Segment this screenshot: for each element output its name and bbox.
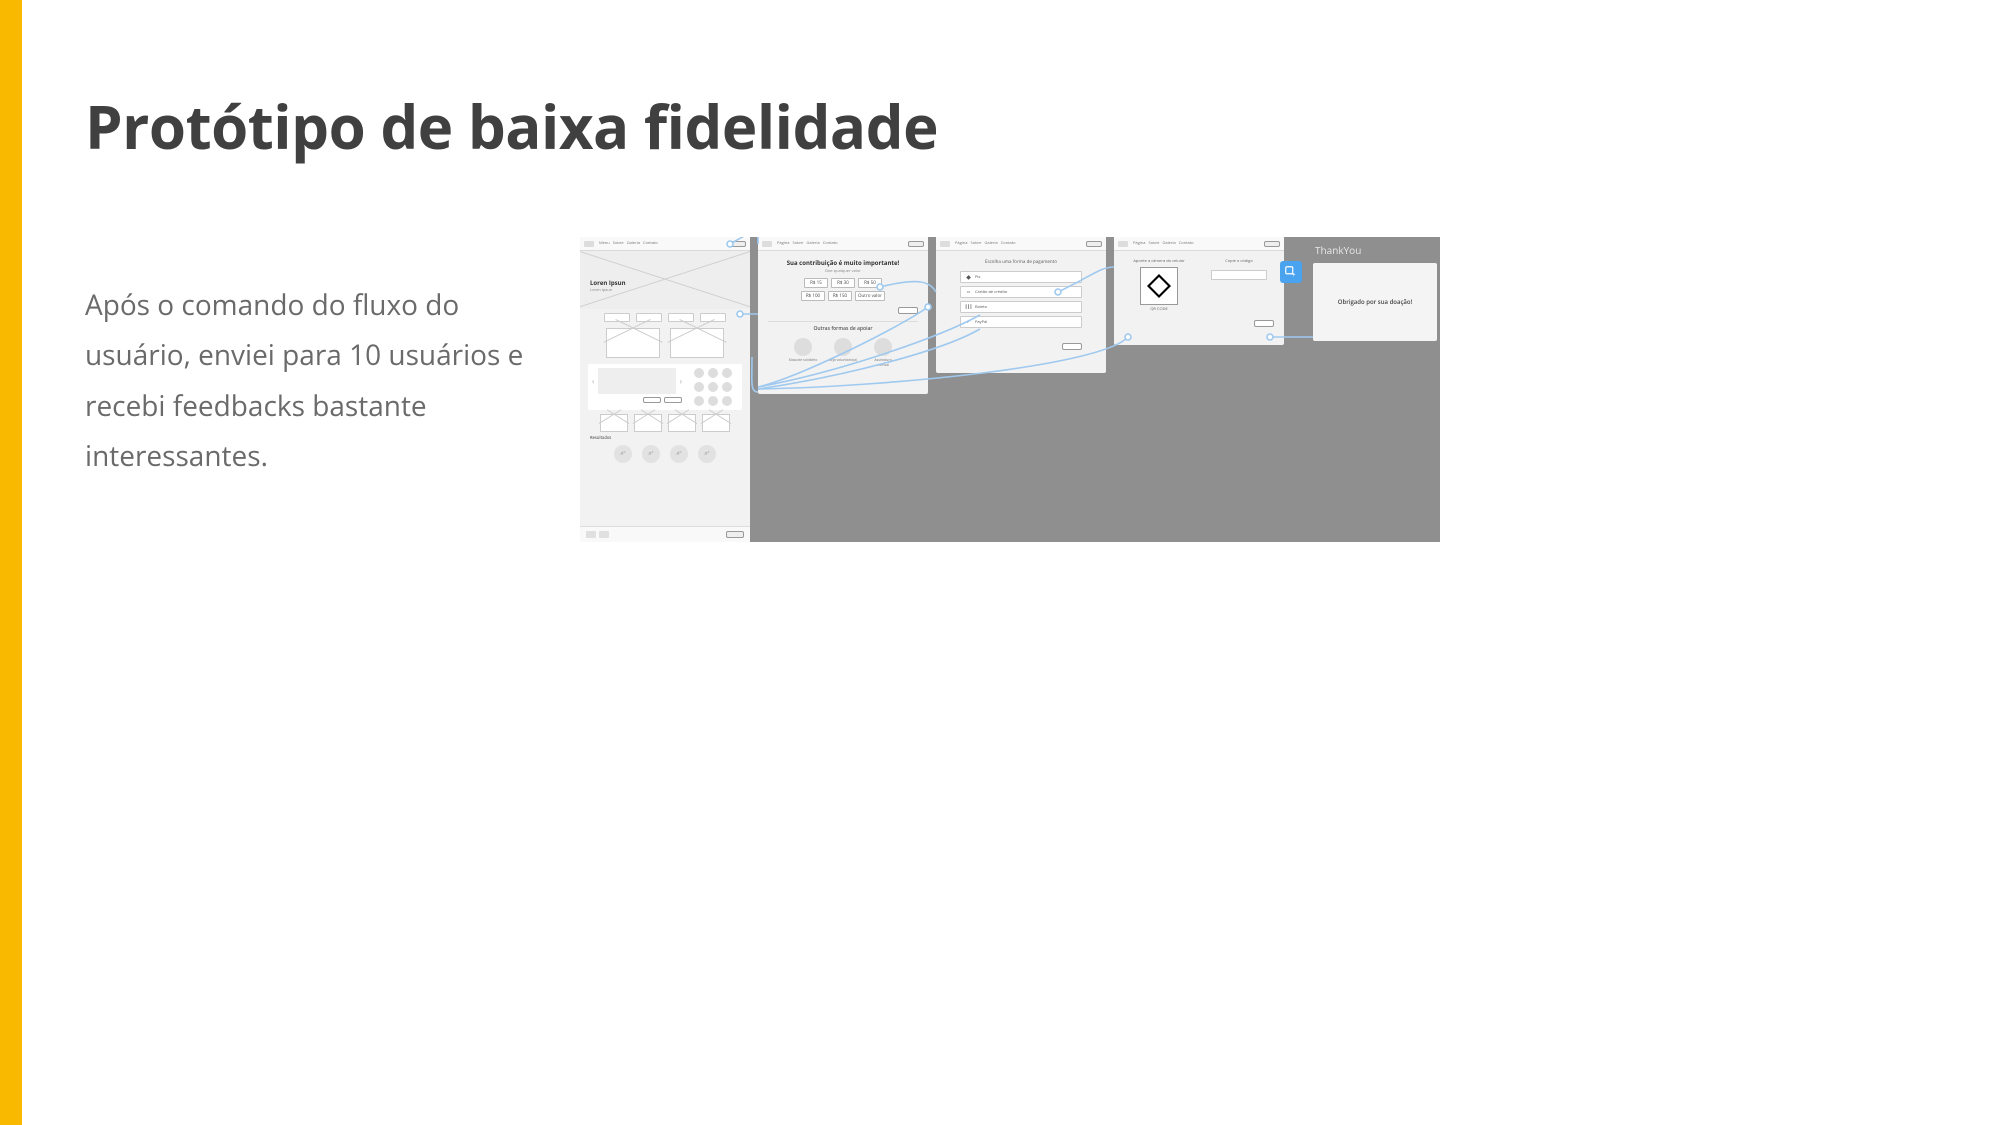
payopt-boleto: ┃┃┃Boleto — [960, 301, 1082, 313]
alt-opt-1: Mascote solidário — [789, 358, 818, 363]
payopt-pix: ◆Pix — [960, 271, 1082, 283]
cursor-play-icon — [1284, 265, 1298, 279]
wireframe-payment-method: PáginaSobreGaleriaContato Escolha uma fo… — [936, 237, 1106, 373]
payment-heading: Escolha uma forma de pagamento — [960, 259, 1082, 265]
wireframe-thankyou: Obrigado por sua doação! — [1313, 263, 1437, 341]
payment-continue-button — [1062, 343, 1082, 350]
topbar: PáginaSobreGaleriaContato — [936, 237, 1106, 251]
payopt-card: ▭Cartão de crédito — [960, 286, 1082, 298]
topbar: MenuSobreGaleriaContato — [580, 237, 750, 251]
amount-100: R$ 100 — [801, 291, 825, 301]
donate-continue-button — [898, 307, 918, 314]
donation-heading: Sua contribuição é muito importante! — [758, 259, 928, 267]
barcode-icon: ┃┃┃ — [965, 304, 972, 311]
slide-body: Após o comando do fluxo do usuário, envi… — [85, 280, 555, 482]
code-field — [1211, 270, 1267, 280]
wireframe-landing: MenuSobreGaleriaContato Loren Ipsun Lore… — [580, 237, 750, 542]
alt-heading: Outras formas de apoiar — [758, 326, 928, 332]
qr-done-button — [1254, 320, 1274, 327]
slide-title: Protótipo de baixa fidelidade — [85, 85, 938, 167]
topbar: PáginaSobreGaleriaContato — [1114, 237, 1284, 251]
amount-15: R$ 15 — [804, 278, 828, 288]
amount-30: R$ 30 — [831, 278, 855, 288]
prototype-interaction-badge — [1280, 261, 1302, 283]
alt-opt-2: Seja voluntário(a) — [829, 358, 857, 363]
slide: Protótipo de baixa fidelidade Após o com… — [0, 0, 2000, 1125]
paypal-icon: P — [965, 319, 972, 326]
amount-150: R$ 150 — [828, 291, 852, 301]
prototype-canvas: MenuSobreGaleriaContato Loren Ipsun Lore… — [580, 237, 1440, 542]
qr-caption: QR CODE — [1124, 307, 1194, 312]
topbar: PáginaSobreGaleriaContato — [758, 237, 928, 251]
donation-sub: Doe qualquer valor — [758, 269, 928, 274]
wireframe-qr-code: PáginaSobreGaleriaContato Aponte a câmer… — [1114, 237, 1284, 345]
qr-instructions: Aponte a câmera do celular — [1124, 259, 1194, 264]
amount-50: R$ 50 — [858, 278, 882, 288]
amount-other: Outro valor — [855, 291, 885, 301]
payopt-paypal: PPayPal — [960, 316, 1082, 328]
thankyou-text: Obrigado por sua doação! — [1338, 298, 1412, 306]
card-icon: ▭ — [965, 289, 972, 296]
hero-banner: Loren Ipsun Loren Ipsun — [580, 251, 750, 309]
qr-code-icon — [1140, 267, 1178, 305]
accent-bar — [0, 0, 22, 1125]
alt-opt-3: Assinatura mensal — [874, 358, 891, 368]
wireframe-donation-amount: PáginaSobreGaleriaContato Sua contribuiç… — [758, 237, 928, 394]
thankyou-frame-label: ThankYou — [1315, 243, 1361, 257]
hero-subtitle: Loren Ipsun — [590, 288, 612, 293]
hero-title: Loren Ipsun — [590, 279, 626, 287]
pix-icon: ◆ — [965, 274, 972, 281]
code-instructions: Copie o código — [1204, 259, 1274, 264]
